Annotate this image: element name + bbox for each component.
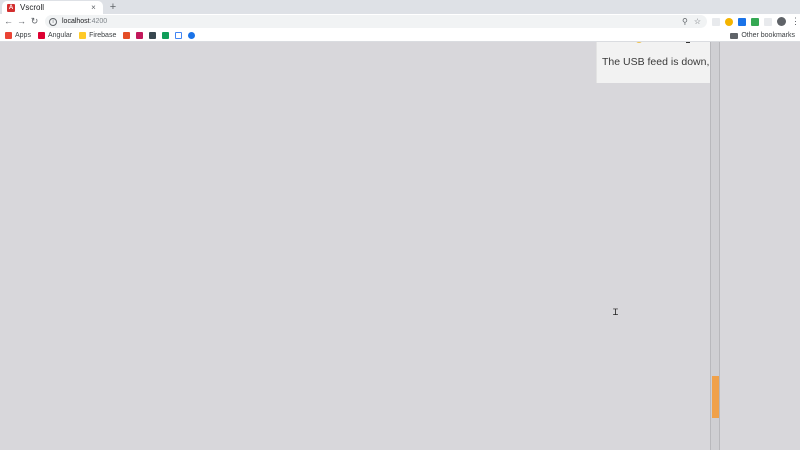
- menu-icon[interactable]: ⋮: [791, 16, 800, 27]
- extension-icon[interactable]: [712, 17, 720, 26]
- reload-button[interactable]: ↻: [28, 15, 41, 28]
- forward-button[interactable]: →: [15, 15, 28, 28]
- new-tab-button[interactable]: +: [107, 1, 119, 13]
- angular-icon: [37, 31, 45, 39]
- profile-avatar[interactable]: [777, 17, 786, 26]
- extension-icon[interactable]: [764, 17, 772, 26]
- star-bookmark-icon[interactable]: ☆: [694, 17, 701, 26]
- card-image-icon: [635, 42, 643, 43]
- page-viewport: The USB feed is down, pa Ɪ: [0, 42, 800, 450]
- bookmark-label: Firebase: [89, 31, 117, 39]
- chrome-icon[interactable]: [188, 31, 196, 39]
- bookmark-apps[interactable]: Apps: [5, 31, 31, 39]
- url-host: localhost: [62, 18, 90, 25]
- scrollbar-thumb[interactable]: [712, 376, 719, 418]
- text-cursor-icon: Ɪ: [613, 308, 619, 318]
- omnibox-actions: ⚲ ☆: [682, 15, 701, 28]
- bookmarks-bar: Apps Angular Firebase Other bookmarks: [0, 29, 800, 42]
- card-text: The USB feed is down, pa: [602, 56, 710, 68]
- url-text[interactable]: localhost:4200: [62, 18, 107, 25]
- apps-grid-icon: [5, 31, 12, 39]
- bookmark-favicon-icon[interactable]: [149, 31, 157, 39]
- extension-icon[interactable]: [751, 17, 759, 26]
- extension-icon[interactable]: [738, 17, 746, 26]
- url-port: :4200: [89, 18, 108, 25]
- tab-vscroll[interactable]: A Vscroll ×: [2, 1, 103, 14]
- firebase-icon: [79, 31, 87, 39]
- folder-icon: [730, 32, 739, 39]
- bookmark-firebase[interactable]: Firebase: [79, 31, 117, 39]
- bookmark-favicon-icon[interactable]: [162, 31, 170, 39]
- browser-toolbar: ← → ↻ i localhost:4200 ⚲ ☆ ⋮: [0, 14, 800, 29]
- bookmark-favicon-icon[interactable]: [136, 31, 144, 39]
- google-icon[interactable]: [175, 31, 183, 39]
- tab-close-icon[interactable]: ×: [89, 3, 98, 12]
- feed-card: The USB feed is down, pa: [596, 42, 710, 83]
- tab-strip: A Vscroll × +: [0, 0, 800, 14]
- back-button[interactable]: ←: [2, 15, 15, 28]
- virtual-scrollbar[interactable]: [710, 42, 720, 450]
- tab-title: Vscroll: [20, 3, 45, 12]
- extension-icon[interactable]: [725, 17, 733, 26]
- bookmark-label: Apps: [15, 31, 31, 39]
- other-bookmarks[interactable]: Other bookmarks: [730, 29, 795, 42]
- bookmark-label: Angular: [47, 31, 73, 39]
- extensions: ⋮: [712, 15, 800, 28]
- zoom-icon[interactable]: ⚲: [682, 17, 688, 26]
- bookmark-angular[interactable]: Angular: [37, 31, 73, 39]
- bookmark-favicon-icon[interactable]: [123, 31, 131, 39]
- card-image-icon: [686, 42, 690, 43]
- address-bar[interactable]: i localhost:4200 ⚲ ☆: [45, 15, 707, 28]
- site-info-icon[interactable]: i: [49, 17, 57, 26]
- other-bookmarks-label: Other bookmarks: [741, 32, 795, 39]
- angular-favicon-icon: A: [7, 3, 15, 12]
